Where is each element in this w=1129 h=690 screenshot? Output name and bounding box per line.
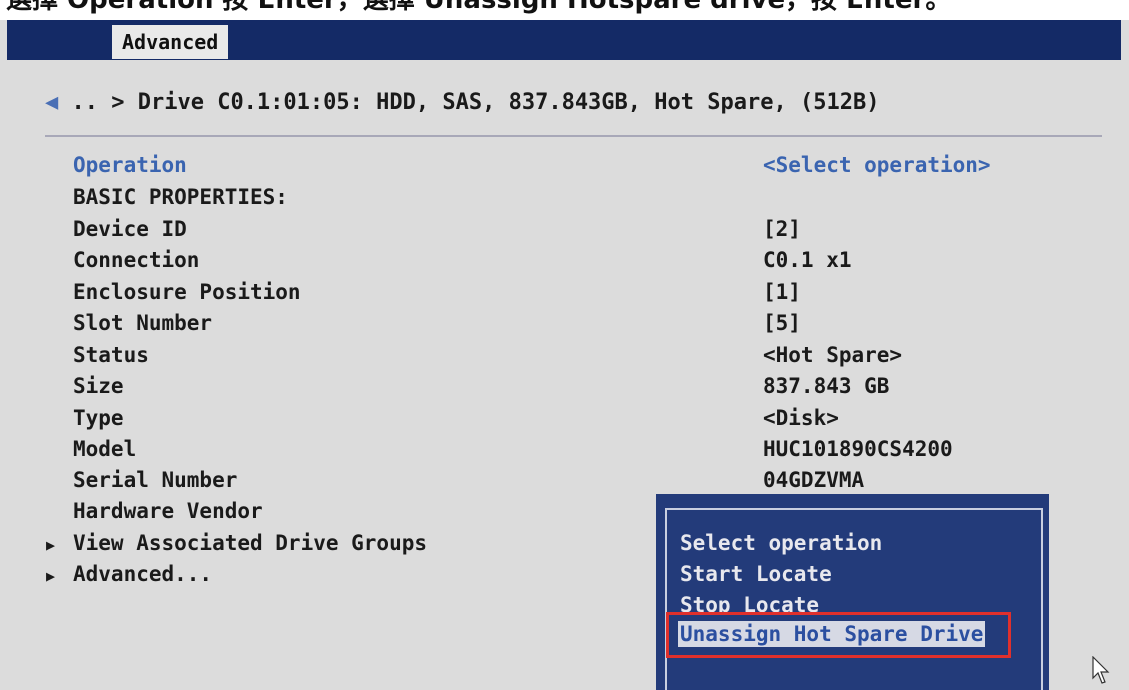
prop-label: Connection (73, 248, 200, 272)
prop-row-enclosure-position: Enclosure Position [1] (73, 280, 1033, 311)
mouse-pointer-icon (1092, 655, 1110, 690)
prop-label: Slot Number (73, 311, 213, 335)
basic-properties-heading: BASIC PROPERTIES: (73, 185, 1033, 216)
prop-label: Type (73, 406, 124, 430)
prop-value: HUC101890CS4200 (763, 437, 953, 461)
triangle-right-icon: ▶ (46, 536, 56, 554)
prop-row-size: Size 837.843 GB (73, 374, 1033, 405)
prop-label: Hardware Vendor (73, 499, 263, 523)
section-heading: BASIC PROPERTIES: (73, 185, 288, 209)
prop-label: Model (73, 437, 137, 461)
prop-row-slot-number: Slot Number [5] (73, 311, 1033, 342)
popup-option-start-locate[interactable]: Start Locate (680, 562, 832, 586)
prop-row-status: Status <Hot Spare> (73, 343, 1033, 374)
prop-value: C0.1 x1 (763, 248, 852, 272)
operation-select[interactable]: <Select operation> (763, 153, 991, 177)
prop-row-model: Model HUC101890CS4200 (73, 437, 1033, 468)
submenu-label: Advanced... (73, 562, 213, 586)
prop-value: <Hot Spare> (763, 343, 903, 367)
breadcrumb-text: .. > Drive C0.1:01:05: HDD, SAS, 837.843… (71, 90, 880, 115)
submenu-label: View Associated Drive Groups (73, 531, 428, 555)
prop-row-device-id: Device ID [2] (73, 217, 1033, 248)
instruction-caption: 選擇 Operation 按 Enter，選擇 Unassign Hotspar… (0, 0, 1129, 20)
left-arrow-icon[interactable]: ◀ (45, 90, 58, 115)
triangle-right-icon: ▶ (46, 567, 56, 585)
prop-row-connection: Connection C0.1 x1 (73, 248, 1033, 279)
prop-value: [2] (763, 217, 801, 241)
prop-value: 04GDZVMA (763, 468, 865, 492)
popup-option-select-operation[interactable]: Select operation (680, 531, 882, 555)
popup-option-stop-locate[interactable]: Stop Locate (680, 593, 819, 613)
prop-value: <Disk> (763, 406, 839, 430)
prop-row-type: Type <Disk> (73, 406, 1033, 437)
prop-value: [1] (763, 280, 801, 304)
divider (45, 135, 1102, 137)
tab-advanced[interactable]: Advanced (112, 25, 229, 59)
prop-value: 837.843 GB (763, 374, 890, 398)
prop-label: Size (73, 374, 124, 398)
prop-label: Enclosure Position (73, 280, 301, 304)
breadcrumb: ◀ .. > Drive C0.1:01:05: HDD, SAS, 837.8… (45, 90, 879, 115)
prop-label: Device ID (73, 217, 187, 241)
highlight-box (666, 612, 1011, 658)
prop-label: Status (73, 343, 149, 367)
operation-label: Operation (73, 153, 187, 177)
prop-value: [5] (763, 311, 801, 335)
operation-row[interactable]: Operation <Select operation> (73, 153, 1033, 184)
prop-label: Serial Number (73, 468, 238, 492)
